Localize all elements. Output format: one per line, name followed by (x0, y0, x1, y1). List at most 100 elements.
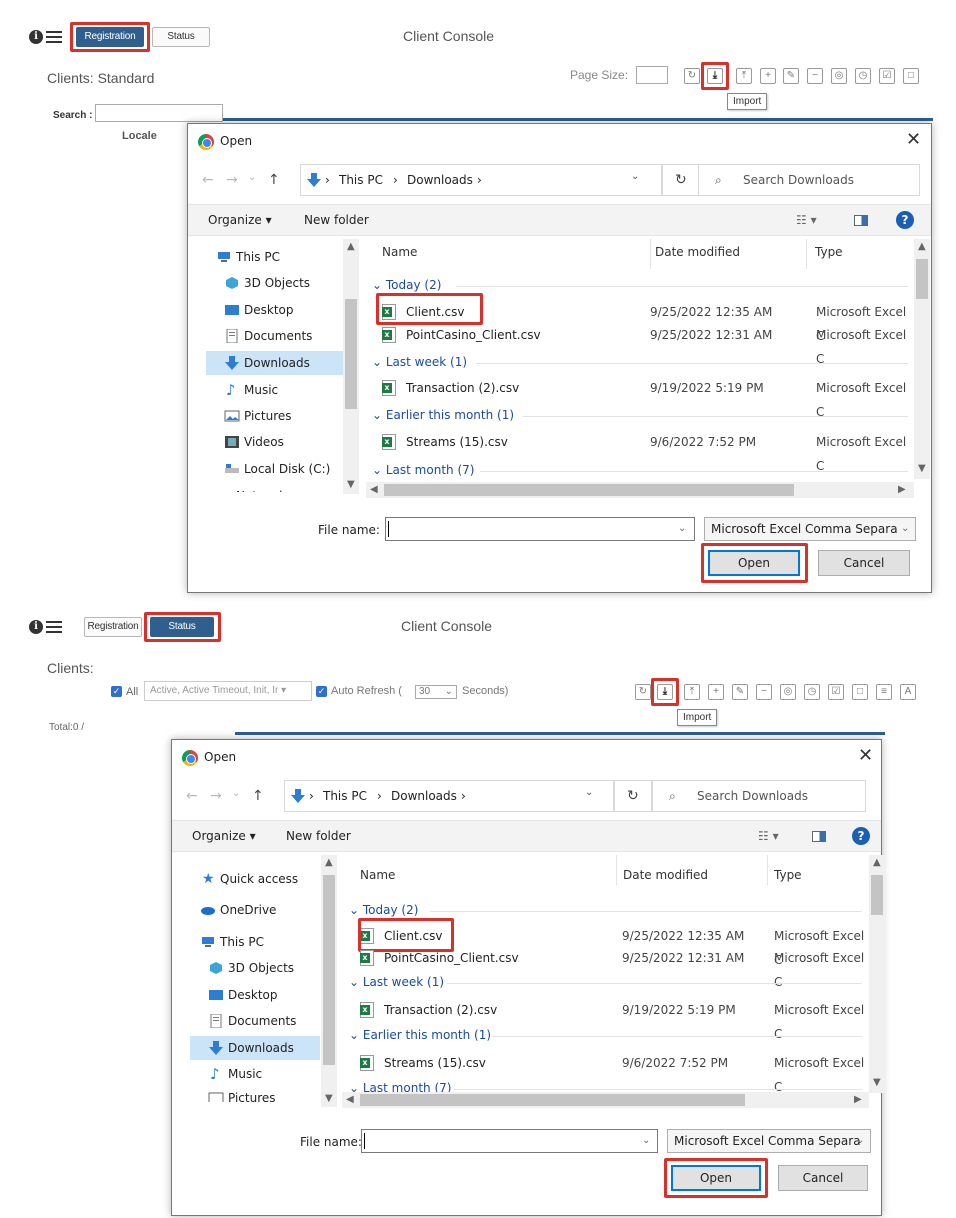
nav-item-documents[interactable]: Documents (208, 1009, 320, 1033)
list-icon[interactable] (46, 620, 62, 634)
back-icon[interactable]: ← (202, 172, 214, 188)
remove-icon[interactable]: − (756, 684, 772, 700)
nav-item-this-pc[interactable]: This PC (200, 930, 320, 954)
file-type-select[interactable]: Microsoft Excel Comma Separa ⌄ (704, 517, 916, 541)
column-type[interactable]: Type (774, 868, 802, 882)
group-header-last-week[interactable]: ⌄ Last week (1) (372, 355, 467, 369)
breadcrumb-this-pc[interactable]: This PC (339, 173, 383, 187)
cancel-button[interactable]: Cancel (778, 1165, 868, 1191)
back-icon[interactable]: ← (186, 788, 198, 804)
close-icon[interactable]: ✕ (906, 129, 921, 150)
breadcrumb-downloads[interactable]: Downloads (391, 789, 457, 803)
group-header-today[interactable]: ⌄ Today (2) (372, 278, 441, 292)
forward-icon[interactable]: → (226, 172, 238, 188)
file-name-input[interactable]: ⌄ (361, 1129, 658, 1153)
organize-menu[interactable]: Organize ▾ (192, 829, 256, 843)
info-icon[interactable]: i (29, 30, 43, 44)
import-icon[interactable]: ⤓ (707, 68, 723, 84)
file-list-hscrollbar[interactable]: ◀ ▶ (366, 482, 914, 498)
up-icon[interactable]: ↑ (252, 788, 264, 804)
forward-icon[interactable]: → (210, 788, 222, 804)
tab-status[interactable]: Status (150, 617, 214, 637)
file-scroll-thumb[interactable] (871, 875, 883, 915)
group-header-earlier-this-month[interactable]: ⌄ Earlier this month (1) (349, 1028, 491, 1042)
nav-item-this-pc[interactable]: This PC (216, 245, 346, 269)
column-type[interactable]: Type (815, 245, 843, 259)
export-icon[interactable]: ⤒ (684, 684, 700, 700)
nav-item-music[interactable]: ♪ Music (224, 378, 346, 402)
nav-item-music[interactable]: ♪ Music (208, 1062, 320, 1086)
group-header-last-week[interactable]: ⌄ Last week (1) (349, 975, 444, 989)
refresh-interval-select[interactable]: 30 ⌄ (415, 685, 457, 699)
target-icon[interactable]: ◎ (780, 684, 796, 700)
square-icon[interactable]: □ (852, 684, 868, 700)
address-dropdown-icon[interactable]: ⌄ (631, 171, 639, 182)
file-row-client[interactable]: Client.csv 9/25/2022 12:35 AM Microsoft … (360, 924, 870, 967)
preview-pane-icon[interactable] (812, 831, 826, 842)
refresh-button[interactable]: ↻ (662, 164, 700, 196)
tab-registration[interactable]: Registration (84, 617, 142, 637)
preview-pane-icon[interactable] (854, 215, 868, 226)
file-list-scrollbar[interactable]: ▲ ▼ (869, 855, 885, 1093)
cancel-button[interactable]: Cancel (818, 550, 910, 576)
column-name[interactable]: Name (382, 245, 417, 259)
refresh-button[interactable]: ↻ (614, 780, 652, 812)
group-header-today[interactable]: ⌄ Today (2) (349, 903, 418, 917)
nav-scroll-thumb[interactable] (323, 875, 335, 1065)
clock-icon[interactable]: ◷ (804, 684, 820, 700)
clock-icon[interactable]: ◷ (855, 68, 871, 84)
search-input[interactable] (95, 104, 223, 122)
address-bar[interactable]: › This PC › Downloads › ⌄ (300, 164, 662, 196)
help-icon[interactable]: ? (896, 211, 914, 229)
refresh-tool-icon[interactable]: ↻ (635, 684, 651, 700)
nav-item-3d-objects[interactable]: 3D Objects (224, 271, 346, 295)
nav-item-documents[interactable]: Documents (224, 324, 346, 348)
auto-refresh-checkbox[interactable]: ✓ (316, 686, 327, 697)
address-dropdown-icon[interactable]: ⌄ (585, 787, 593, 798)
group-header-earlier-this-month[interactable]: ⌄ Earlier this month (1) (372, 408, 514, 422)
file-row-pointcasino[interactable]: PointCasino_Client.csv 9/25/2022 12:31 A… (360, 946, 870, 989)
checklist-icon[interactable]: ☑ (879, 68, 895, 84)
file-name-input[interactable]: ⌄ (385, 517, 695, 541)
nav-scrollbar[interactable]: ▲ ▼ (321, 855, 337, 1107)
square-icon[interactable]: □ (903, 68, 919, 84)
up-icon[interactable]: ↑ (268, 172, 280, 188)
file-row-streams[interactable]: Streams (15).csv 9/6/2022 7:52 PM Micros… (360, 1051, 870, 1094)
status-filter-select[interactable]: Active, Active Timeout, Init, Ir ▾ (144, 681, 312, 701)
search-downloads-box[interactable]: ⌕ Search Downloads (652, 780, 866, 812)
nav-item-pictures[interactable]: Pictures (208, 1086, 320, 1102)
view-options-icon[interactable]: ☷ ▾ (796, 213, 817, 227)
list-icon[interactable] (46, 30, 62, 44)
nav-item-3d-objects[interactable]: 3D Objects (208, 956, 320, 980)
file-list-hscrollbar[interactable]: ◀ ▶ (342, 1092, 869, 1108)
nav-item-local-disk[interactable]: Local Disk (C:) (224, 457, 346, 481)
column-date-modified[interactable]: Date modified (655, 245, 740, 259)
group-header-last-month[interactable]: ⌄ Last month (7) (372, 463, 474, 477)
target-icon[interactable]: ◎ (831, 68, 847, 84)
open-button[interactable]: Open (708, 550, 800, 576)
nav-item-quick-access[interactable]: ★ Quick access (200, 867, 320, 891)
nav-item-downloads[interactable]: Downloads (190, 1036, 320, 1060)
help-icon[interactable]: ? (852, 827, 870, 845)
file-row-transaction[interactable]: Transaction (2).csv 9/19/2022 5:19 PM Mi… (382, 376, 912, 419)
columns-icon[interactable]: ≡ (876, 684, 892, 700)
file-row-pointcasino[interactable]: PointCasino_Client.csv 9/25/2022 12:31 A… (382, 323, 912, 366)
nav-item-desktop[interactable]: Desktop (224, 298, 346, 322)
breadcrumb-downloads[interactable]: Downloads (407, 173, 473, 187)
address-bar[interactable]: › This PC › Downloads › ⌄ (284, 780, 614, 812)
nav-item-desktop[interactable]: Desktop (208, 983, 320, 1007)
nav-item-downloads[interactable]: Downloads (206, 351, 346, 375)
file-type-select[interactable]: Microsoft Excel Comma Separa ⌄ (667, 1129, 871, 1153)
nav-item-onedrive[interactable]: OneDrive (200, 898, 320, 922)
edit-icon[interactable]: ✎ (783, 68, 799, 84)
open-button[interactable]: Open (671, 1165, 761, 1191)
nav-scroll-thumb[interactable] (345, 299, 357, 409)
tab-registration[interactable]: Registration (76, 27, 144, 47)
file-list-scrollbar[interactable]: ▲ ▼ (914, 239, 930, 479)
info-icon[interactable]: i (29, 620, 43, 634)
organize-menu[interactable]: Organize ▾ (208, 213, 272, 227)
close-icon[interactable]: ✕ (858, 745, 873, 766)
nav-scrollbar[interactable]: ▲ ▼ (343, 239, 359, 494)
recent-locations-icon[interactable]: ⌄ (248, 172, 256, 183)
edit-icon[interactable]: ✎ (732, 684, 748, 700)
